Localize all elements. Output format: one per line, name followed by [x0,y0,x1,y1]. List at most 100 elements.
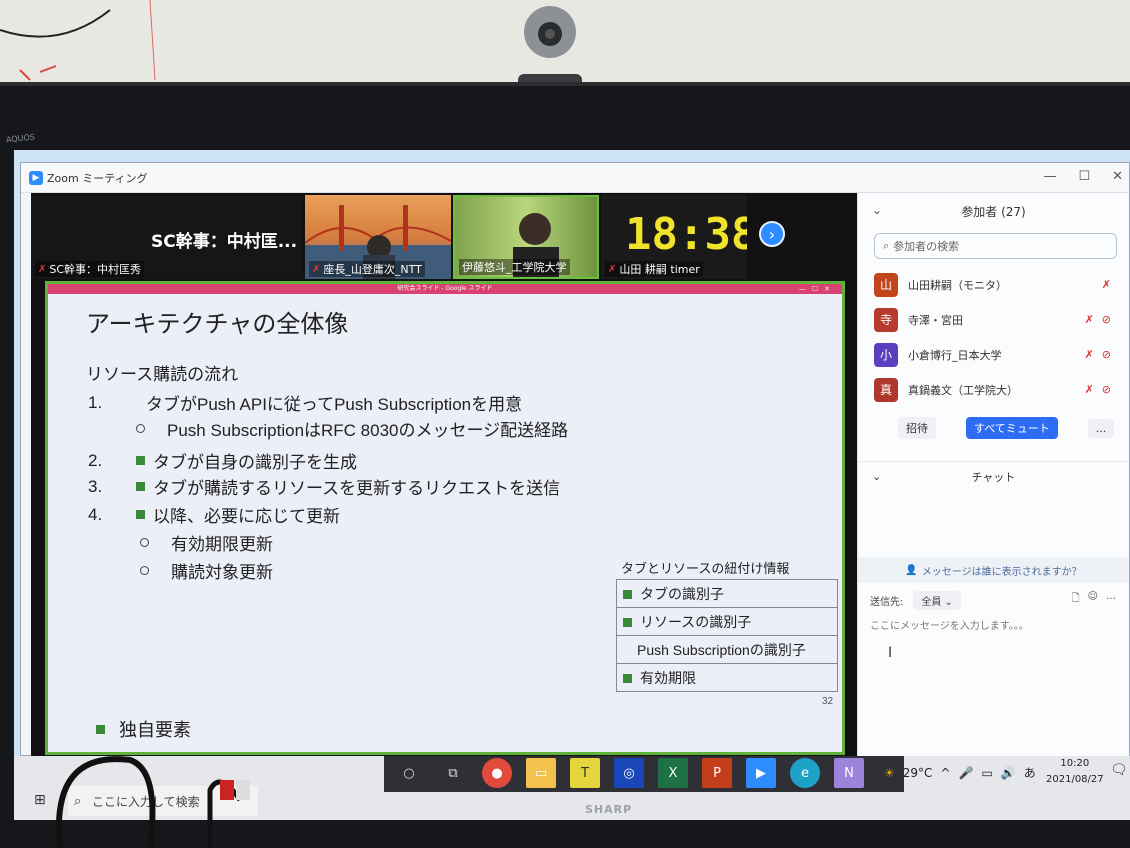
participant-row[interactable]: 寺 寺澤・宮田 ✗ ⊘ [858,302,1129,337]
participant-row[interactable]: 山 山田耕嗣（モニタ） ✗ [858,267,1129,302]
participant-row[interactable]: 小 小倉博行_日本大学 ✗ ⊘ [858,337,1129,372]
zoom-titlebar: ▶ Zoom ミーティング — ☐ ✕ [21,163,1129,193]
next-page-button[interactable]: › [759,221,785,247]
notepad-icon[interactable]: T [570,758,600,788]
chevron-down-icon[interactable]: ⌄ [872,203,882,217]
search-placeholder: 参加者の検索 [893,240,960,253]
square-bullet-icon [623,589,632,599]
avatar: 寺 [874,307,898,332]
search-icon: ⌕ [883,239,890,252]
substep-text: 有効期限更新 [171,535,273,554]
file-explorer-icon[interactable]: ▭ [526,758,556,788]
send-to-label: 送信先: [870,597,904,608]
network-icon[interactable]: ▭ [981,766,992,780]
hollow-bullet-icon [136,424,145,433]
zoom-window: ▶ Zoom ミーティング — ☐ ✕ SC幹事：中村匡... ✗ SC幹事：中村… [20,162,1130,757]
step-number: 2. [88,450,103,470]
mic-muted-icon: ✗ [1101,278,1111,291]
excel-icon[interactable]: X [658,758,688,788]
shared-window-titlebar: 研究会スライド - Google スライド —☐✕ [48,284,842,294]
video-tile[interactable]: 18:38 ✗ 山田 耕嗣 timer [601,195,747,279]
powerpoint-icon[interactable]: P [702,758,732,788]
chevron-up-icon[interactable]: ^ [940,766,950,780]
invite-button[interactable]: 招待 [898,417,936,439]
recipient-dropdown[interactable]: 全員 ⌄ [913,591,961,610]
slide: アーキテクチャの全体像 リソース購読の流れ 1. タブがPush APIに従って… [48,294,842,752]
chat-visibility-hint[interactable]: 👤 メッセージは誰に表示されますか？ [858,557,1129,583]
zoom-icon: ▶ [29,170,43,185]
maximize-button[interactable]: ☐ [1078,169,1090,184]
participants-count-title: 参加者 (27) [961,204,1026,219]
table-row: 有効期限 [616,663,838,692]
clock-date: 2021/08/27 [1046,774,1104,785]
weather-icon[interactable]: ☀ [884,766,895,780]
participant-name: 寺澤・宮田 [908,313,963,327]
mic-muted-icon: ✗ [608,263,617,275]
video-area: SC幹事：中村匡... ✗ SC幹事：中村匡秀 ✗ 座長_山登庸次_NTT 伊藤… [31,193,857,757]
slide-step: 3. タブが購読するリソースを更新するリクエストを送信 [88,474,560,499]
volume-icon[interactable]: 🔊 [1001,766,1016,780]
minimize-button[interactable]: — [1043,169,1056,184]
microphone-icon[interactable]: 🎤 [958,766,973,780]
mic-muted-icon: ✗ [1084,348,1094,361]
notification-icon[interactable]: 🗨 [1110,762,1128,778]
text-cursor-icon: I [888,645,893,661]
table-cell: 有効期限 [640,669,696,686]
step-number: 1. [88,392,103,412]
system-tray: ☀ 29°C ^ 🎤 ▭ 🔊 あ [884,764,1036,781]
more-options-button[interactable]: ... [1087,418,1115,438]
table-row: タブの識別子 [616,579,838,608]
onenote-icon[interactable]: N [834,758,864,788]
square-bullet-icon [136,456,145,465]
recipient-value: 全員 [921,597,942,608]
edge-icon[interactable]: e [790,758,820,788]
video-tile-active-speaker[interactable]: 伊藤悠斗_工学院大学 [453,195,599,279]
send-to-row: 送信先: 全員 ⌄ 🗋 ☺ … [870,591,1120,610]
slide-step: 4. 以降、必要に応じて更新 [88,502,340,527]
square-bullet-icon [136,482,145,491]
table-cell: リソースの識別子 [640,613,752,630]
substep-text: 購読対象更新 [171,563,273,582]
taskbar-clock[interactable]: 10:20 2021/08/27 [1046,756,1104,788]
video-off-icon: ⊘ [1101,348,1111,361]
mic-muted-icon: ✗ [38,263,47,275]
slide-substep: 購読対象更新 [140,558,273,583]
square-bullet-icon [623,673,632,683]
file-icon[interactable]: 🗋 [1072,591,1080,608]
mic-muted-icon: ✗ [312,263,321,275]
chevron-down-icon[interactable]: ⌄ [872,470,881,483]
taskbar-apps: ○ ⧉ ● ▭ T ◎ X P ▶ e N [394,758,864,788]
participant-actions: 招待 すべてミュート ... [858,417,1129,439]
webex-icon[interactable]: ◎ [614,758,644,788]
window-title: Zoom ミーティング [47,171,148,185]
binding-table: タブの識別子 リソースの識別子 Push Subscriptionの識別子 有効… [616,579,838,692]
slide-page-number: 32 [822,696,834,707]
participant-row[interactable]: 真 真鍋義文（工学院大） ✗ ⊘ [858,372,1129,407]
mute-all-button[interactable]: すべてミュート [966,417,1058,439]
slide-extra-item: 独自要素 [96,716,191,742]
whiteboard-scribble [0,0,156,81]
slide-section-label: リソース購読の流れ [86,365,239,384]
close-button[interactable]: ✕ [1112,169,1123,184]
square-bullet-icon [623,617,632,627]
task-view-icon[interactable]: ⧉ [438,758,468,788]
emoji-icon[interactable]: ☺ [1088,591,1098,608]
slide-substep: 有効期限更新 [140,530,273,555]
video-tile[interactable]: ✗ 座長_山登庸次_NTT [305,195,451,279]
participant-name: 伊藤悠斗_工学院大学 [462,261,567,274]
chrome-icon[interactable]: ● [482,758,512,788]
temperature[interactable]: 29°C [903,766,933,780]
chat-message-input[interactable]: ここにメッセージを入力します。。。 [870,617,1029,632]
zoom-taskbar-icon[interactable]: ▶ [746,758,776,788]
table-cell: タブの識別子 [640,585,724,602]
square-bullet-icon [136,510,145,519]
tile-display-name: SC幹事：中村匡... [151,232,298,252]
ime-indicator[interactable]: あ [1024,764,1036,781]
slide-substep: Push SubscriptionはRFC 8030のメッセージ配送経路 [136,416,568,441]
screen: ▶ Zoom ミーティング — ☐ ✕ SC幹事：中村匡... ✗ SC幹事：中村… [14,150,1130,820]
video-tile[interactable]: SC幹事：中村匡... ✗ SC幹事：中村匡秀 [31,195,303,279]
more-icon[interactable]: … [1106,591,1116,608]
participant-search-input[interactable]: ⌕ 参加者の検索 [874,233,1117,259]
cortana-icon[interactable]: ○ [394,758,424,788]
hollow-bullet-icon [140,566,149,575]
